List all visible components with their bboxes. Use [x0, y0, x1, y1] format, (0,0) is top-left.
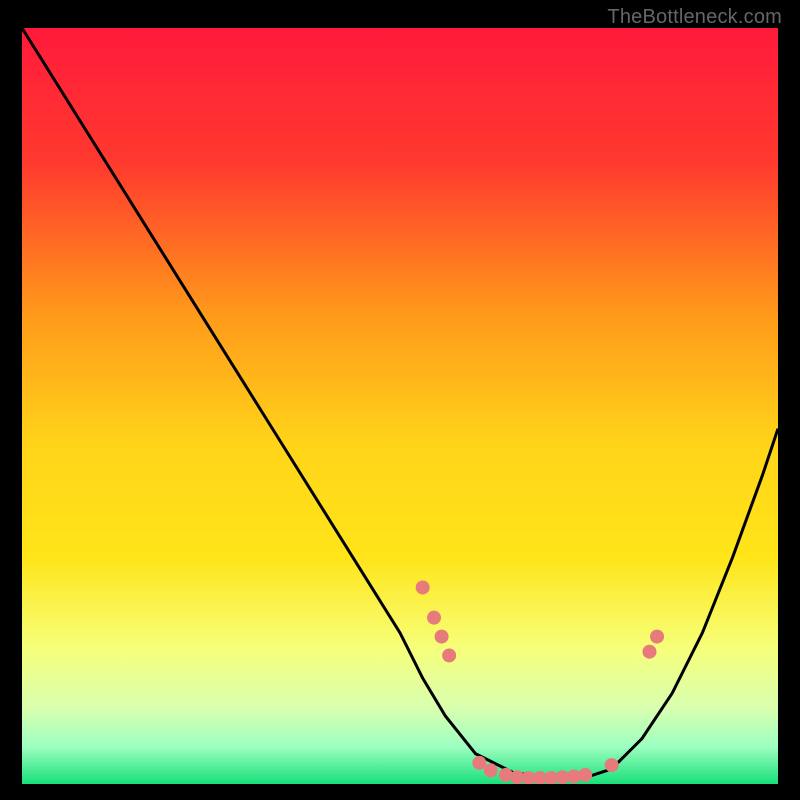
curve-marker: [578, 768, 592, 782]
chart-background: [22, 28, 778, 784]
curve-marker: [484, 763, 498, 777]
curve-marker: [427, 611, 441, 625]
chart-container: [22, 28, 778, 784]
chart-svg: [22, 28, 778, 784]
curve-marker: [605, 758, 619, 772]
curve-marker: [642, 645, 656, 659]
watermark-text: TheBottleneck.com: [607, 6, 782, 29]
curve-marker: [442, 648, 456, 662]
curve-marker: [435, 630, 449, 644]
curve-marker: [650, 630, 664, 644]
curve-marker: [416, 580, 430, 594]
